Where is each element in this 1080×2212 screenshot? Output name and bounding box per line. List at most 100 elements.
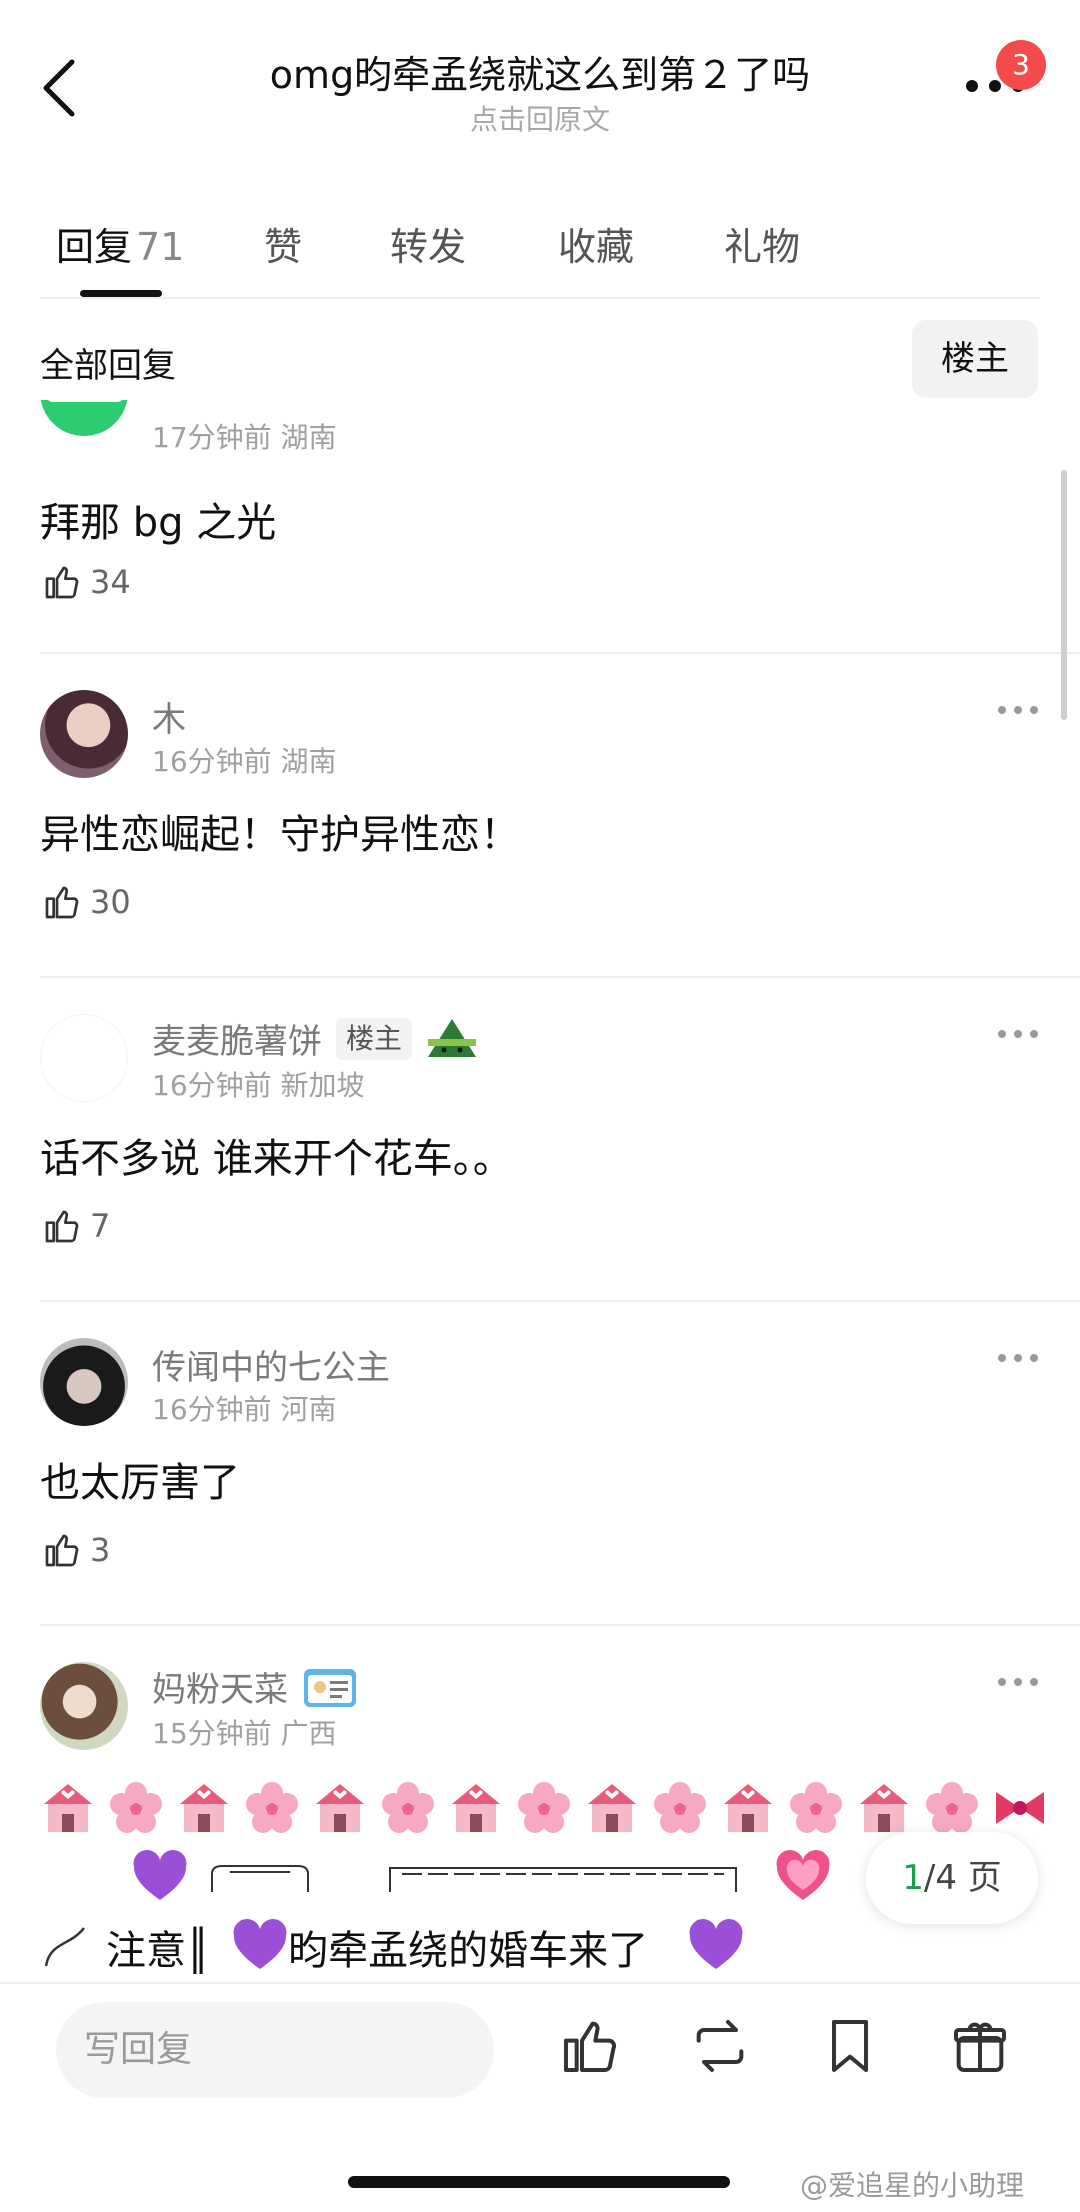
wedding-chapel-emoji	[316, 1784, 364, 1832]
owner-tag: 楼主	[336, 1017, 413, 1060]
back-to-original-link[interactable]: 点击回原文	[340, 98, 740, 138]
thumbs-up-icon	[45, 1210, 79, 1243]
tab-replies-label: 回复	[56, 225, 133, 269]
comment-divider	[40, 1624, 1080, 1626]
bookmark-icon[interactable]	[818, 2014, 882, 2078]
like-button[interactable]: 3	[42, 1528, 110, 1572]
rice-dumpling-emoji	[428, 1018, 477, 1057]
more-dots-icon[interactable]	[996, 1028, 1040, 1040]
cherry-blossom-emoji	[382, 1782, 434, 1833]
home-indicator	[348, 2176, 730, 2188]
comment-meta: 16分钟前 湖南	[152, 745, 337, 778]
like-button[interactable]: 34	[42, 560, 131, 604]
comment-username-row: 妈粉天菜	[152, 1662, 358, 1711]
all-replies-label: 全部回复	[40, 346, 176, 386]
tab-replies[interactable]: 回复 71	[56, 216, 184, 271]
like-count: 7	[90, 1207, 111, 1245]
active-tab-indicator	[80, 290, 162, 297]
comment-username[interactable]: 麦麦脆薯饼	[152, 1014, 322, 1063]
purple-heart-emoji	[233, 1919, 287, 1969]
comment-text[interactable]: 异性恋崛起！守护异性恋！	[40, 802, 520, 860]
like-count: 3	[90, 1531, 111, 1569]
more-dots-icon[interactable]	[996, 1352, 1040, 1364]
more-dots-icon[interactable]	[996, 1676, 1040, 1688]
gift-icon[interactable]	[948, 2014, 1012, 2078]
cherry-blossom-emoji	[654, 1782, 706, 1833]
avatar[interactable]	[40, 400, 128, 436]
tab-replies-count: 71	[136, 225, 185, 269]
filter-row: 全部回复 楼主	[0, 320, 1080, 400]
comment-username[interactable]: 传闻中的七公主	[152, 1340, 390, 1389]
purple-heart-emoji	[133, 1850, 187, 1900]
scrollbar[interactable]	[1061, 470, 1067, 720]
wedding-chapel-emoji	[44, 1784, 92, 1832]
comment-text[interactable]: 拜那 bg 之光	[40, 490, 276, 548]
comment-list[interactable]: 17分钟前 湖南 拜那 bg 之光 34 木 16分钟前 湖南 异性恋崛起！守护…	[0, 400, 1080, 1982]
emoji-art-text: 注意║	[106, 1928, 211, 1974]
thumbs-up-icon	[45, 1534, 79, 1567]
tab-likes[interactable]: 赞	[264, 216, 302, 271]
tabs-divider	[40, 297, 1040, 299]
tab-bar: 回复 71 赞 转发 收藏 礼物	[0, 200, 1080, 300]
wedding-chapel-emoji	[860, 1784, 908, 1832]
wedding-chapel-emoji	[452, 1784, 500, 1832]
emoji-art-line: 注意║ 昀牵孟绕的婚车来了	[40, 1918, 744, 1976]
thumbs-up-icon[interactable]	[558, 2014, 622, 2078]
curve-stroke	[44, 1927, 85, 1967]
page-indicator[interactable]: 1/4 页	[866, 1832, 1038, 1924]
wedding-chapel-emoji	[180, 1784, 228, 1832]
cherry-blossom-emoji	[518, 1782, 570, 1833]
reply-input[interactable]: 写回复	[56, 2002, 494, 2098]
cherry-blossom-emoji	[926, 1782, 978, 1833]
comment-divider	[40, 1300, 1080, 1302]
avatar[interactable]	[40, 1662, 128, 1750]
watermark: @爱追星的小助理	[800, 2169, 1025, 2202]
frame-decoration	[389, 1867, 737, 1892]
comment-text[interactable]: 话不多说 谁来开个花车。。	[40, 1126, 513, 1184]
like-count: 34	[90, 563, 131, 601]
emoji-art-row	[40, 1780, 1048, 1836]
ribbon-emoji	[996, 1792, 1044, 1824]
growing-heart-emoji	[776, 1850, 830, 1900]
cherry-blossom-emoji	[110, 1782, 162, 1833]
comment-divider	[40, 976, 1080, 978]
cherry-blossom-emoji	[246, 1782, 298, 1833]
id-card-emoji	[304, 1668, 356, 1707]
thumbs-up-icon	[45, 886, 79, 919]
comment-meta: 17分钟前 湖南	[152, 421, 337, 454]
wedding-chapel-emoji	[588, 1784, 636, 1832]
page-total: /4 页	[923, 1858, 1002, 1898]
comment-meta: 15分钟前 广西	[152, 1717, 337, 1750]
top-nav-bar: omg昀牵孟绕就这么到第２了吗 点击回原文 3	[0, 0, 1080, 150]
purple-heart-emoji	[689, 1919, 743, 1969]
comment-divider	[40, 652, 1080, 654]
page-current: 1	[902, 1858, 924, 1898]
repost-icon[interactable]	[688, 2014, 752, 2078]
comment-username[interactable]: 妈粉天菜	[152, 1662, 288, 1711]
comment-text[interactable]: 也太厉害了	[40, 1450, 240, 1508]
tab-favorites[interactable]: 收藏	[558, 216, 634, 271]
comment-username[interactable]: 木	[152, 692, 186, 741]
tab-reposts[interactable]: 转发	[390, 216, 466, 271]
like-count: 30	[90, 883, 131, 921]
comment-meta: 16分钟前 新加坡	[152, 1069, 365, 1102]
tab-gifts[interactable]: 礼物	[724, 216, 800, 271]
avatar-logo-mark	[46, 400, 124, 402]
like-button[interactable]: 7	[42, 1204, 110, 1248]
avatar[interactable]	[40, 1014, 128, 1102]
post-title[interactable]: omg昀牵孟绕就这么到第２了吗	[200, 44, 880, 99]
comment-meta: 16分钟前 河南	[152, 1393, 337, 1426]
cherry-blossom-emoji	[790, 1782, 842, 1833]
wedding-chapel-emoji	[724, 1784, 772, 1832]
like-button[interactable]: 30	[42, 880, 131, 924]
avatar[interactable]	[40, 1338, 128, 1426]
notification-badge: 3	[996, 40, 1046, 90]
more-dots-icon[interactable]	[996, 704, 1040, 716]
back-arrow-icon[interactable]	[36, 56, 84, 120]
avatar[interactable]	[40, 690, 128, 778]
owner-only-button[interactable]: 楼主	[912, 320, 1038, 398]
thumbs-up-icon	[45, 566, 79, 599]
frame-decoration	[211, 1865, 309, 1892]
comment-username-row: 麦麦脆薯饼 楼主	[152, 1014, 478, 1063]
emoji-art-text: 昀牵孟绕的婚车来了	[288, 1928, 649, 1974]
